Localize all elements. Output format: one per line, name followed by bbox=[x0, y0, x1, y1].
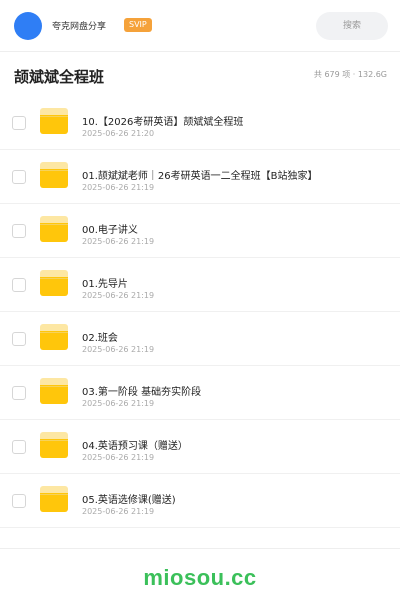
file-date: 2025-06-26 21:19 bbox=[82, 453, 155, 462]
svip-badge: SVIP bbox=[124, 18, 152, 32]
checkbox-icon[interactable] bbox=[12, 224, 26, 238]
file-date: 2025-06-26 21:19 bbox=[82, 345, 155, 354]
file-date: 2025-06-26 21:19 bbox=[82, 291, 155, 300]
file-date: 2025-06-26 21:19 bbox=[82, 507, 155, 516]
folder-icon bbox=[40, 270, 68, 296]
file-stats: 共 679 项 · 132.6G bbox=[313, 70, 387, 79]
file-name[interactable]: 05.英语选修课(赠送) bbox=[82, 491, 176, 506]
file-row[interactable]: 01.颉斌斌老师｜26考研英语一二全程班【B站独家】 2025-06-26 21… bbox=[0, 150, 400, 204]
folder-icon bbox=[40, 432, 68, 458]
file-date: 2025-06-26 21:19 bbox=[82, 399, 155, 408]
checkbox-icon[interactable] bbox=[12, 386, 26, 400]
file-row[interactable]: 03.第一阶段 基础夯实阶段 2025-06-26 21:19 bbox=[0, 366, 400, 420]
file-row[interactable]: 01.先导片 2025-06-26 21:19 bbox=[0, 258, 400, 312]
checkbox-icon[interactable] bbox=[12, 170, 26, 184]
page-title: 颉斌斌全程班 bbox=[14, 68, 105, 86]
file-row[interactable]: 02.班会 2025-06-26 21:19 bbox=[0, 312, 400, 366]
file-row[interactable]: 05.英语选修课(赠送) 2025-06-26 21:19 bbox=[0, 474, 400, 528]
folder-icon bbox=[40, 216, 68, 242]
folder-icon bbox=[40, 324, 68, 350]
file-date: 2025-06-26 21:20 bbox=[82, 129, 155, 138]
checkbox-icon[interactable] bbox=[12, 494, 26, 508]
file-date: 2025-06-26 21:19 bbox=[82, 183, 155, 192]
footer: miosou.cc bbox=[0, 548, 400, 600]
folder-icon bbox=[40, 108, 68, 134]
file-name[interactable]: 04.英语预习课（赠送） bbox=[82, 437, 188, 452]
watermark-text: miosou.cc bbox=[143, 565, 257, 590]
file-row[interactable]: 10.【2026考研英语】颉斌斌全程班 2025-06-26 21:20 bbox=[0, 96, 400, 150]
folder-header: 颉斌斌全程班 共 679 项 · 132.6G bbox=[0, 52, 400, 97]
file-name[interactable]: 00.电子讲义 bbox=[82, 221, 138, 236]
app-name: 夸克网盘分享 bbox=[52, 22, 107, 32]
checkbox-icon[interactable] bbox=[12, 278, 26, 292]
folder-icon bbox=[40, 378, 68, 404]
file-name[interactable]: 03.第一阶段 基础夯实阶段 bbox=[82, 383, 201, 398]
file-name[interactable]: 02.班会 bbox=[82, 329, 118, 344]
file-row[interactable]: 00.电子讲义 2025-06-26 21:19 bbox=[0, 204, 400, 258]
checkbox-icon[interactable] bbox=[12, 440, 26, 454]
file-list: 10.【2026考研英语】颉斌斌全程班 2025-06-26 21:20 01.… bbox=[0, 96, 400, 528]
top-bar: 夸克网盘分享 SVIP 搜索 bbox=[0, 0, 400, 52]
file-name[interactable]: 10.【2026考研英语】颉斌斌全程班 bbox=[82, 113, 243, 128]
file-row[interactable]: 04.英语预习课（赠送） 2025-06-26 21:19 bbox=[0, 420, 400, 474]
file-name[interactable]: 01.颉斌斌老师｜26考研英语一二全程班【B站独家】 bbox=[82, 167, 318, 182]
avatar[interactable] bbox=[14, 12, 42, 40]
file-name[interactable]: 01.先导片 bbox=[82, 275, 128, 290]
checkbox-icon[interactable] bbox=[12, 332, 26, 346]
search-input[interactable]: 搜索 bbox=[316, 12, 388, 40]
file-date: 2025-06-26 21:19 bbox=[82, 237, 155, 246]
checkbox-icon[interactable] bbox=[12, 116, 26, 130]
folder-icon bbox=[40, 162, 68, 188]
folder-icon bbox=[40, 486, 68, 512]
